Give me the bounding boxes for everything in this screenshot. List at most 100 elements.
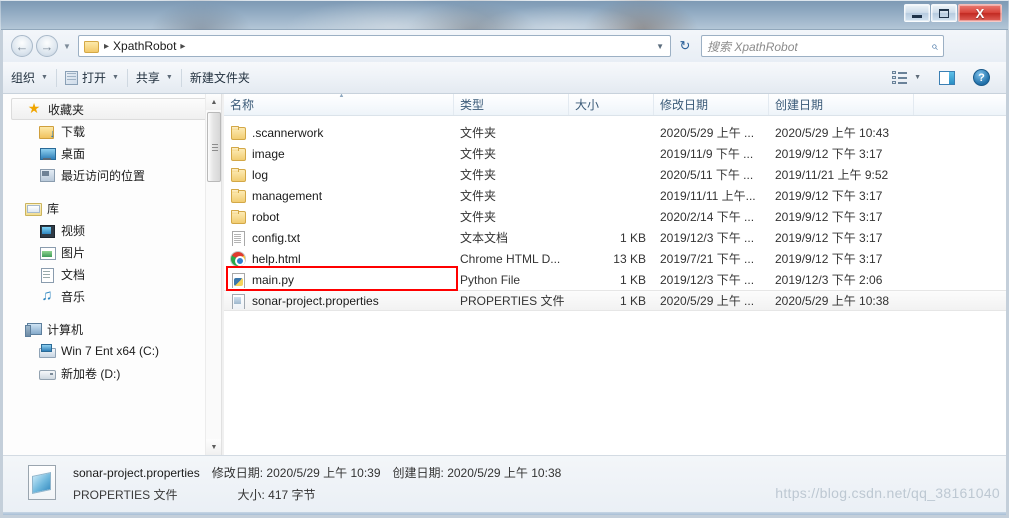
column-label-type: 类型 bbox=[460, 98, 485, 112]
sidebar-label-drive-c: Win 7 Ent x64 (C:) bbox=[61, 344, 160, 358]
cell-created: 2019/9/12 下午 3:17 bbox=[775, 252, 883, 266]
sidebar-item-pictures[interactable]: 图片 bbox=[3, 241, 221, 263]
share-label: 共享 bbox=[135, 71, 160, 85]
cell-modified: 2019/11/11 上午... bbox=[660, 189, 756, 203]
address-dropdown-icon[interactable]: ▼ bbox=[656, 42, 667, 51]
column-header-type[interactable]: 类型 bbox=[454, 94, 569, 115]
table-row[interactable]: robot 文件夹 2020/2/14 下午 ... 2019/9/12 下午 … bbox=[224, 206, 1006, 227]
help-button[interactable]: ? bbox=[965, 66, 998, 90]
breadcrumb-folder-label[interactable]: XpathRobot bbox=[113, 39, 176, 53]
cell-type: Python File bbox=[460, 272, 521, 287]
refresh-button[interactable]: ↻ bbox=[675, 36, 695, 56]
minimize-button[interactable] bbox=[904, 4, 930, 22]
sidebar-item-libraries[interactable]: 库 bbox=[3, 197, 221, 219]
file-name-label: sonar-project.properties bbox=[252, 293, 379, 308]
table-row[interactable]: main.py Python File 1 KB 2019/12/3 下午 ..… bbox=[224, 269, 1006, 290]
sidebar-item-recent-places[interactable]: 最近访问的位置 bbox=[3, 164, 221, 186]
sidebar-item-desktop[interactable]: 桌面 bbox=[3, 142, 221, 164]
column-header-filler bbox=[914, 94, 1006, 115]
preview-pane-button[interactable] bbox=[931, 66, 963, 90]
file-name-label: help.html bbox=[252, 251, 301, 266]
folder-icon bbox=[230, 188, 246, 204]
details-text-block: sonar-project.properties 修改日期: 2020/5/29… bbox=[73, 464, 561, 503]
command-toolbar: 组织 ▼ 打开 ▼ 共享 ▼ 新建文件夹 ▼ ? bbox=[3, 62, 1006, 94]
new-folder-button[interactable]: 新建文件夹 bbox=[182, 66, 258, 90]
cell-created: 2019/9/12 下午 3:17 bbox=[775, 231, 883, 245]
scroll-down-button[interactable]: ▼ bbox=[206, 439, 221, 455]
change-view-button[interactable]: ▼ bbox=[884, 66, 929, 90]
table-row[interactable]: image 文件夹 2019/11/9 下午 ... 2019/9/12 下午 … bbox=[224, 143, 1006, 164]
cell-created: 2020/5/29 上午 10:43 bbox=[775, 126, 890, 140]
cell-modified: 2020/5/11 下午 ... bbox=[660, 168, 754, 182]
details-size-label: 大小: bbox=[237, 488, 265, 502]
table-row[interactable]: .scannerwork 文件夹 2020/5/29 上午 ... 2020/5… bbox=[224, 122, 1006, 143]
back-arrow-icon: ← bbox=[15, 38, 29, 54]
sidebar-item-drive-d[interactable]: 新加卷 (D:) bbox=[3, 362, 221, 384]
sidebar-item-downloads[interactable]: 下载 bbox=[3, 120, 221, 142]
cell-name: config.txt bbox=[224, 230, 454, 246]
organize-button[interactable]: 组织 ▼ bbox=[3, 66, 56, 90]
sidebar-item-music[interactable]: ♫ 音乐 bbox=[3, 285, 221, 307]
sidebar-item-documents[interactable]: 文档 bbox=[3, 263, 221, 285]
chevron-down-icon: ▼ bbox=[63, 41, 71, 51]
breadcrumb-separator-icon-2[interactable]: ▸ bbox=[180, 41, 185, 52]
back-button[interactable]: ← bbox=[11, 35, 33, 57]
open-button[interactable]: 打开 ▼ bbox=[57, 66, 127, 90]
star-icon: ★ bbox=[27, 100, 41, 116]
sidebar-item-favorites[interactable]: ★ 收藏夹 bbox=[11, 98, 213, 120]
cell-name: sonar-project.properties bbox=[224, 293, 454, 309]
table-row-selected[interactable]: sonar-project.properties PROPERTIES 文件 1… bbox=[224, 290, 1006, 311]
column-header-created[interactable]: 创建日期 bbox=[769, 94, 914, 115]
column-header-modified[interactable]: 修改日期 bbox=[654, 94, 769, 115]
new-folder-label: 新建文件夹 bbox=[189, 71, 250, 85]
chrome-html-icon bbox=[230, 250, 246, 267]
cell-size: 1 KB bbox=[619, 293, 646, 308]
navigation-scrollbar[interactable]: ▲ ▼ bbox=[205, 94, 221, 455]
drive-system-icon bbox=[39, 343, 56, 359]
column-header-size[interactable]: 大小 bbox=[569, 94, 654, 115]
cell-modified: 2020/2/14 下午 ... bbox=[660, 210, 755, 224]
search-box[interactable]: 搜索 XpathRobot ⌕ bbox=[701, 35, 944, 57]
history-dropdown-button[interactable]: ▼ bbox=[61, 42, 73, 51]
column-header-name[interactable]: 名称 bbox=[224, 94, 454, 115]
scrollbar-thumb[interactable] bbox=[207, 112, 221, 182]
preview-pane-icon bbox=[939, 70, 955, 85]
table-row[interactable]: help.html Chrome HTML D... 13 KB 2019/7/… bbox=[224, 248, 1006, 269]
cell-type: 文件夹 bbox=[460, 189, 497, 203]
sidebar-item-videos[interactable]: 视频 bbox=[3, 219, 221, 241]
cell-created: 2019/9/12 下午 3:17 bbox=[775, 189, 883, 203]
forward-button[interactable]: → bbox=[36, 35, 58, 57]
open-file-icon bbox=[64, 70, 78, 85]
table-row[interactable]: log 文件夹 2020/5/11 下午 ... 2019/11/21 上午 9… bbox=[224, 164, 1006, 185]
maximize-button[interactable] bbox=[931, 4, 957, 22]
scroll-up-button[interactable]: ▲ bbox=[206, 94, 221, 110]
sidebar-item-computer[interactable]: 计算机 bbox=[3, 318, 221, 340]
document-icon bbox=[39, 266, 55, 283]
close-button[interactable]: X bbox=[958, 4, 1002, 22]
video-icon bbox=[39, 222, 55, 238]
sidebar-label-recent-places: 最近访问的位置 bbox=[61, 168, 146, 183]
chevron-down-icon: ▼ bbox=[914, 74, 921, 81]
cell-type: 文件夹 bbox=[460, 126, 497, 140]
window-bottom-edge bbox=[3, 512, 1006, 515]
column-label-name: 名称 bbox=[230, 98, 255, 112]
cell-created: 2019/9/12 下午 3:17 bbox=[775, 147, 883, 161]
breadcrumb-address-field[interactable]: ▸ XpathRobot ▸ ▼ bbox=[78, 35, 671, 57]
sidebar-item-drive-c[interactable]: Win 7 Ent x64 (C:) bbox=[3, 340, 221, 362]
share-button[interactable]: 共享 ▼ bbox=[128, 66, 181, 90]
sidebar-label-music: 音乐 bbox=[61, 289, 86, 304]
cell-modified: 2019/7/21 下午 ... bbox=[660, 252, 755, 266]
cell-modified: 2019/12/3 下午 ... bbox=[660, 273, 755, 287]
details-created-value: 2020/5/29 上午 10:38 bbox=[447, 466, 562, 480]
search-input[interactable]: 搜索 XpathRobot bbox=[707, 38, 798, 55]
details-size-value: 417 字节 bbox=[268, 488, 316, 502]
cell-size: 1 KB bbox=[619, 272, 646, 287]
details-created-label: 创建日期: bbox=[392, 466, 444, 480]
properties-file-icon bbox=[230, 293, 246, 309]
table-row[interactable]: management 文件夹 2019/11/11 上午... 2019/9/1… bbox=[224, 185, 1006, 206]
folder-icon bbox=[230, 209, 246, 225]
open-label: 打开 bbox=[81, 71, 106, 85]
table-row[interactable]: config.txt 文本文档 1 KB 2019/12/3 下午 ... 20… bbox=[224, 227, 1006, 248]
main-content: ★ 收藏夹 下载 桌面 最近访问的位置 bbox=[3, 94, 1006, 455]
